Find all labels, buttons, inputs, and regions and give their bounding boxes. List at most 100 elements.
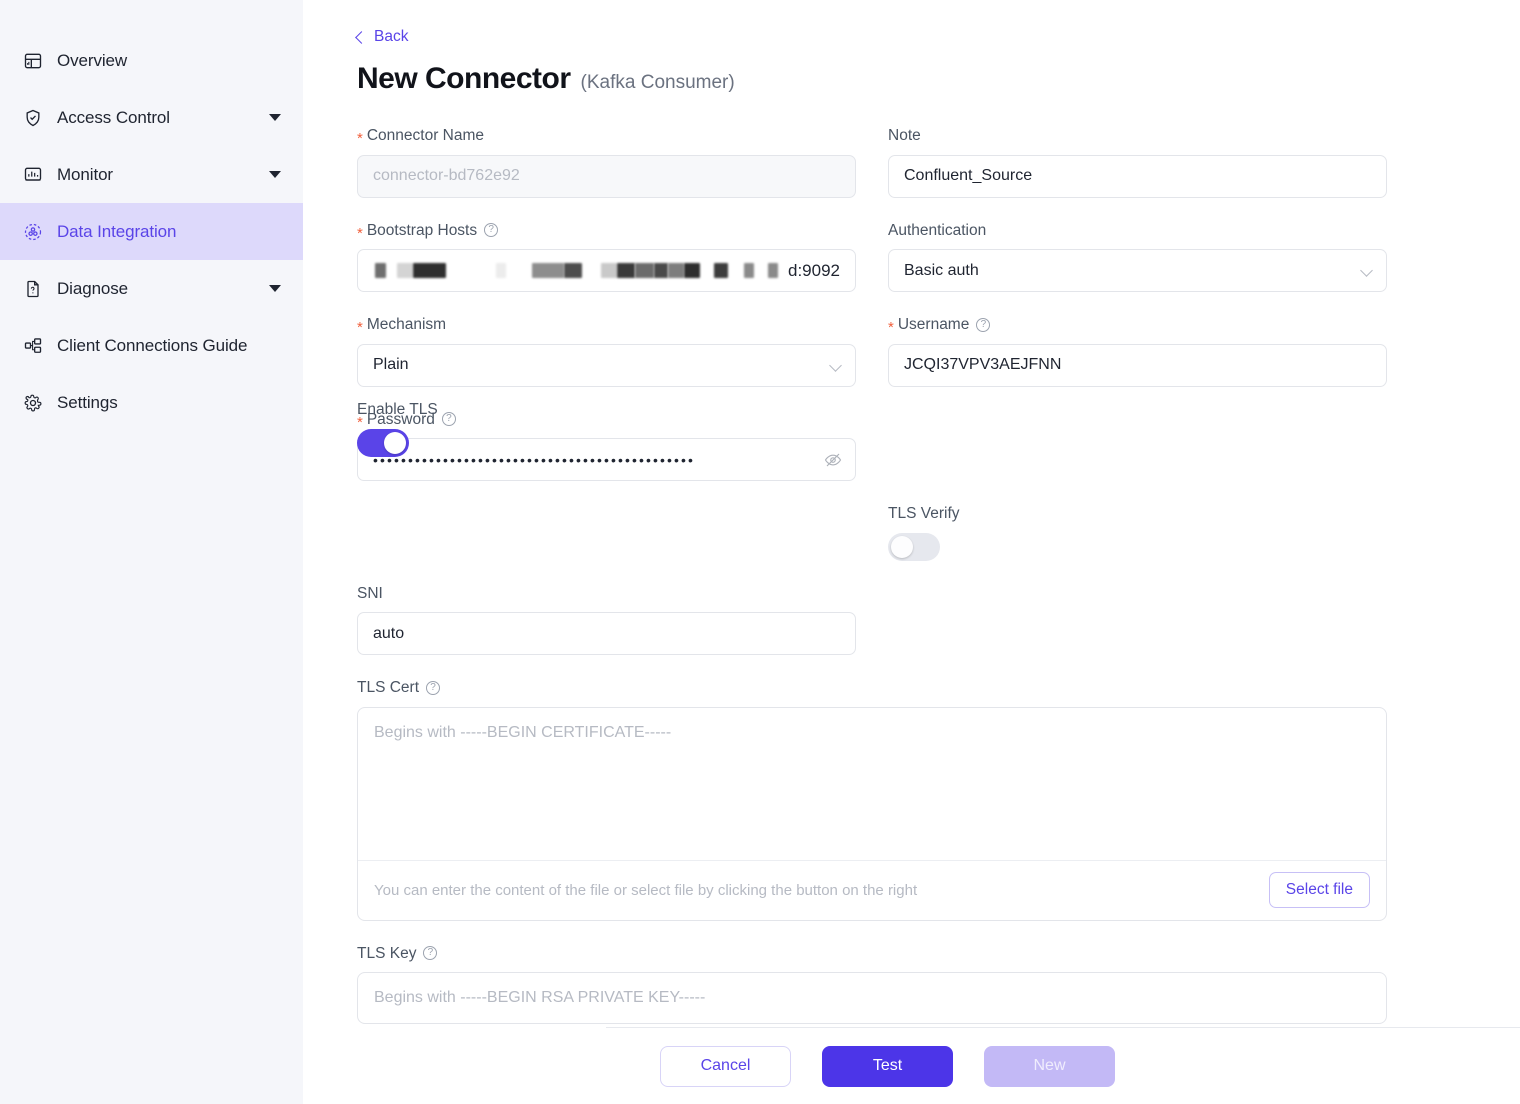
question-circle-icon[interactable]: ? xyxy=(976,318,990,332)
required-asterisk: * xyxy=(357,415,363,430)
enable-tls-label-row: Enable TLS xyxy=(357,402,856,418)
sidebar-item-label: Monitor xyxy=(57,165,113,185)
sni-label-row: SNI xyxy=(357,586,856,602)
tls-cert-textarea[interactable] xyxy=(358,708,1386,860)
tls-key-label: TLS Key xyxy=(357,946,416,962)
back-button[interactable]: Back xyxy=(357,28,408,46)
enable-tls-toggle[interactable] xyxy=(357,429,409,457)
page-header: New Connector (Kafka Consumer) xyxy=(357,62,1464,96)
authentication-select[interactable] xyxy=(888,249,1387,292)
sni-input[interactable] xyxy=(357,612,856,655)
password-input-wrap: ••••••••••••••••••••••••••••••••••••••••… xyxy=(357,438,856,481)
field-bootstrap-hosts: * Bootstrap Hosts ? xyxy=(357,223,856,293)
data-integration-icon xyxy=(22,221,44,243)
required-asterisk: * xyxy=(357,320,363,335)
required-asterisk: * xyxy=(357,131,363,146)
tls-cert-label-row: TLS Cert ? xyxy=(357,680,1387,696)
app-root: Overview Access Control Monitor xyxy=(0,0,1520,1104)
username-input[interactable] xyxy=(888,344,1387,387)
mechanism-label: Mechanism xyxy=(367,317,446,333)
required-asterisk: * xyxy=(357,226,363,241)
form-footer-actions: Cancel Test New xyxy=(606,1028,1520,1104)
connector-name-label-row: * Connector Name xyxy=(357,128,856,144)
tls-verify-label-row: TLS Verify xyxy=(888,506,1387,522)
tls-key-card xyxy=(357,972,1387,1024)
chart-monitor-icon xyxy=(22,164,44,186)
test-button[interactable]: Test xyxy=(822,1046,953,1087)
sidebar-item-overview[interactable]: Overview xyxy=(0,32,303,89)
sidebar: Overview Access Control Monitor xyxy=(0,0,303,1104)
main-panel: Back New Connector (Kafka Consumer) * Co… xyxy=(303,0,1520,1104)
sidebar-item-label: Access Control xyxy=(57,108,170,128)
bootstrap-hosts-label: Bootstrap Hosts xyxy=(367,223,477,239)
connector-form-scroll-area: Back New Connector (Kafka Consumer) * Co… xyxy=(303,0,1520,1027)
toggle-knob xyxy=(384,432,406,454)
mechanism-label-row: * Mechanism xyxy=(357,317,856,333)
tls-key-label-row: TLS Key ? xyxy=(357,946,1387,962)
bootstrap-hosts-visible-tail: d:9092 xyxy=(788,261,840,281)
sidebar-item-monitor[interactable]: Monitor xyxy=(0,146,303,203)
chevron-down-icon[interactable] xyxy=(269,114,281,121)
tls-key-textarea[interactable] xyxy=(358,973,1386,1023)
toggle-knob xyxy=(891,536,913,558)
field-note: Note xyxy=(888,128,1387,198)
sidebar-item-label: Settings xyxy=(57,393,118,413)
bootstrap-hosts-label-row: * Bootstrap Hosts ? xyxy=(357,223,856,239)
tls-verify-toggle[interactable] xyxy=(888,533,940,561)
tls-cert-footer: You can enter the content of the file or… xyxy=(358,860,1386,920)
question-circle-icon[interactable]: ? xyxy=(426,681,440,695)
bootstrap-hosts-input[interactable]: d:9092 xyxy=(357,249,856,292)
tls-cert-select-file-button[interactable]: Select file xyxy=(1269,872,1370,908)
question-circle-icon[interactable]: ? xyxy=(423,946,437,960)
field-authentication: Authentication xyxy=(888,223,1387,293)
shield-check-icon xyxy=(22,107,44,129)
sidebar-item-access-control[interactable]: Access Control xyxy=(0,89,303,146)
connector-name-input[interactable] xyxy=(357,155,856,198)
cancel-button[interactable]: Cancel xyxy=(660,1046,791,1087)
username-label: Username xyxy=(898,317,970,333)
tls-cert-card: You can enter the content of the file or… xyxy=(357,707,1387,921)
field-tls-cert: TLS Cert ? You can enter the content of … xyxy=(357,680,1387,921)
sidebar-item-label: Diagnose xyxy=(57,279,128,299)
enable-tls-label: Enable TLS xyxy=(357,402,438,418)
required-asterisk: * xyxy=(888,320,894,335)
gear-icon xyxy=(22,392,44,414)
authentication-select-value[interactable] xyxy=(888,249,1387,292)
tls-cert-label: TLS Cert xyxy=(357,680,419,696)
field-tls-key: TLS Key ? xyxy=(357,946,1387,1025)
sidebar-item-diagnose[interactable]: Diagnose xyxy=(0,260,303,317)
chevron-down-icon[interactable] xyxy=(269,285,281,292)
sidebar-item-label: Data Integration xyxy=(57,222,176,242)
sni-label: SNI xyxy=(357,586,383,602)
mechanism-select[interactable] xyxy=(357,344,856,387)
authentication-label-row: Authentication xyxy=(888,223,1387,239)
sidebar-item-data-integration[interactable]: Data Integration xyxy=(0,203,303,260)
eye-off-icon[interactable] xyxy=(824,451,842,469)
chevron-down-icon[interactable] xyxy=(269,171,281,178)
page-subtitle: (Kafka Consumer) xyxy=(581,72,735,94)
question-circle-icon[interactable]: ? xyxy=(484,223,498,237)
username-label-row: * Username ? xyxy=(888,317,1387,333)
sidebar-item-client-connections-guide[interactable]: Client Connections Guide xyxy=(0,317,303,374)
field-tls-verify: TLS Verify xyxy=(888,506,1387,561)
tls-verify-label: TLS Verify xyxy=(888,506,960,522)
chevron-left-icon xyxy=(355,31,368,44)
tls-cert-hint: You can enter the content of the file or… xyxy=(374,882,917,899)
connector-name-label: Connector Name xyxy=(367,128,484,144)
field-mechanism: * Mechanism xyxy=(357,317,856,387)
document-question-icon xyxy=(22,278,44,300)
sidebar-item-label: Client Connections Guide xyxy=(57,336,247,356)
note-input[interactable] xyxy=(888,155,1387,198)
field-sni: SNI xyxy=(357,586,856,656)
sidebar-item-label: Overview xyxy=(57,51,127,71)
note-label: Note xyxy=(888,128,921,144)
form-grid: * Connector Name Note * Bootst xyxy=(357,128,1464,1027)
sidebar-item-settings[interactable]: Settings xyxy=(0,374,303,431)
dashboard-icon xyxy=(22,50,44,72)
field-connector-name: * Connector Name xyxy=(357,128,856,198)
note-label-row: Note xyxy=(888,128,1387,144)
password-input[interactable]: ••••••••••••••••••••••••••••••••••••••••… xyxy=(357,438,856,481)
new-button[interactable]: New xyxy=(984,1046,1115,1087)
mechanism-select-value[interactable] xyxy=(357,344,856,387)
back-label: Back xyxy=(374,28,408,46)
